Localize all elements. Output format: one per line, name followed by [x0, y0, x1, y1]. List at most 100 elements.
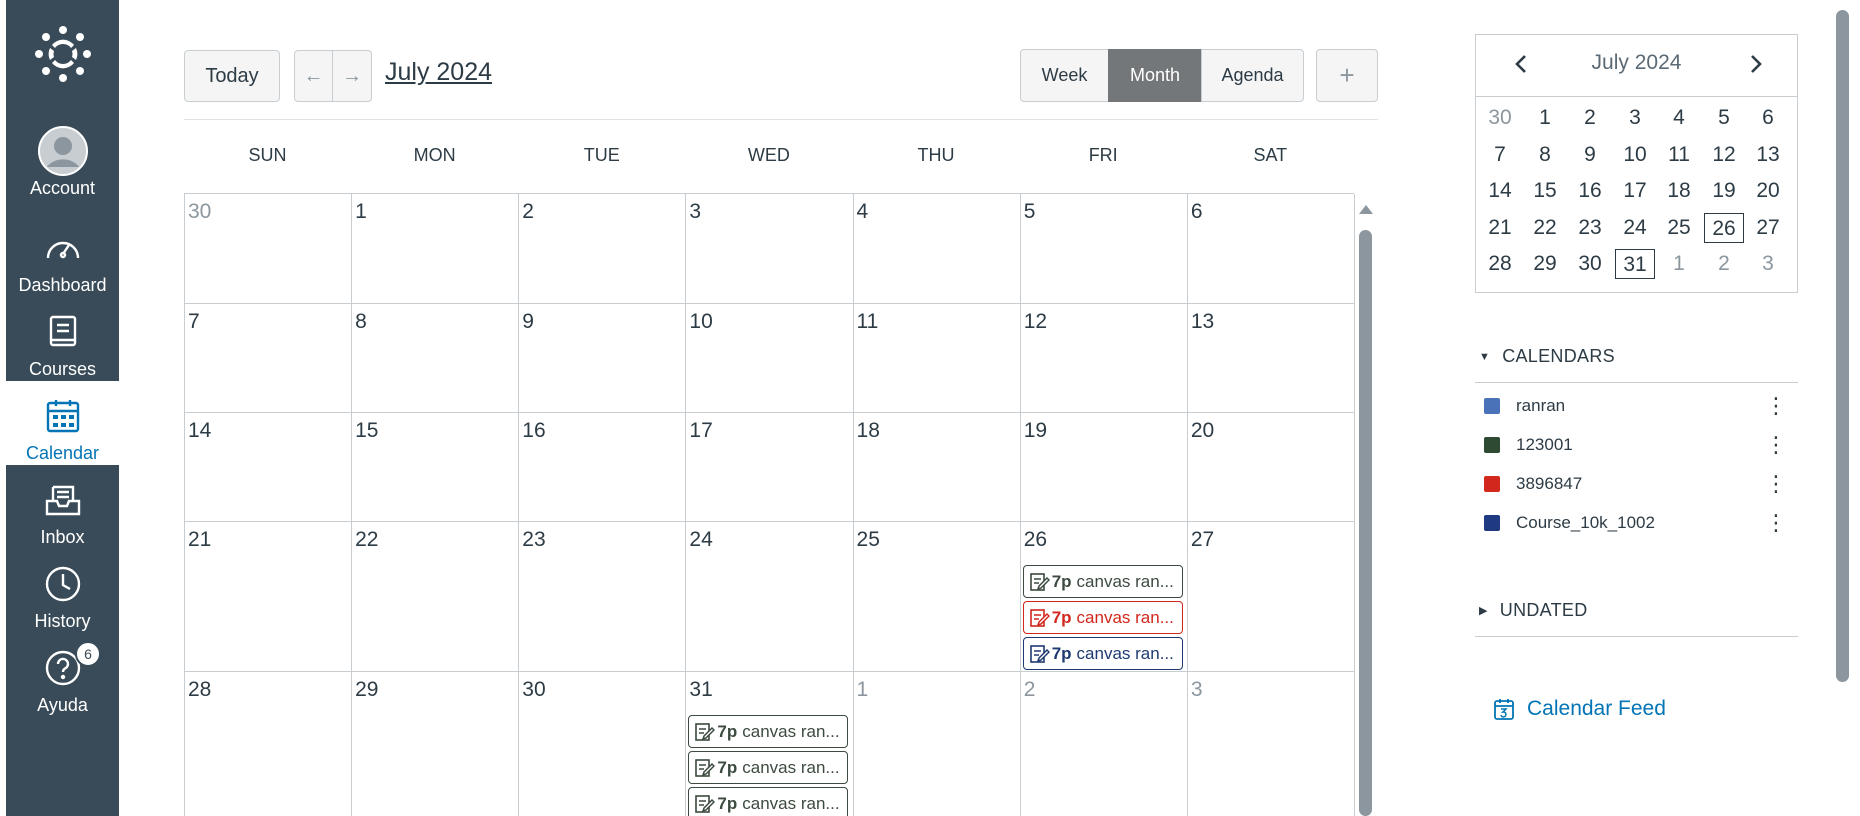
day-cell[interactable]: 21	[185, 522, 353, 672]
day-cell[interactable]: 29	[352, 672, 520, 816]
day-number[interactable]: 2	[1024, 678, 1036, 702]
calendar-event[interactable]: 7p canvas ran...	[1022, 601, 1183, 634]
day-number[interactable]: 18	[857, 419, 880, 443]
day-cell[interactable]: 15	[352, 413, 520, 522]
calendar-item[interactable]: 3896847	[1484, 469, 1784, 499]
mini-calendar-day[interactable]: 3	[1615, 103, 1655, 133]
mini-calendar-day[interactable]: 3	[1748, 249, 1788, 279]
day-number[interactable]: 22	[355, 528, 378, 552]
kebab-menu-icon[interactable]: ⋮	[1765, 469, 1787, 499]
day-number[interactable]: 6	[1191, 200, 1203, 224]
calendar-color-swatch[interactable]	[1484, 437, 1500, 453]
week-view-button[interactable]: Week	[1020, 49, 1109, 102]
calendar-event[interactable]: 7p canvas ran...	[688, 751, 849, 784]
day-number[interactable]: 29	[355, 678, 378, 702]
day-number[interactable]: 9	[522, 310, 534, 334]
day-number[interactable]: 24	[689, 528, 712, 552]
day-number[interactable]: 26	[1024, 528, 1047, 552]
mini-calendar-day[interactable]: 12	[1704, 140, 1744, 170]
day-number[interactable]: 4	[857, 200, 869, 224]
day-cell[interactable]: 3	[1188, 672, 1355, 816]
mini-calendar-day[interactable]: 24	[1615, 213, 1655, 243]
nav-history[interactable]: History	[6, 549, 119, 633]
day-cell[interactable]: 9	[519, 304, 687, 413]
kebab-menu-icon[interactable]: ⋮	[1765, 508, 1787, 538]
nav-help[interactable]: 6 Ayuda	[6, 633, 119, 717]
day-number[interactable]: 19	[1024, 419, 1047, 443]
calendar-color-swatch[interactable]	[1484, 398, 1500, 414]
mini-calendar-day[interactable]: 15	[1525, 176, 1565, 206]
day-cell[interactable]: 30	[519, 672, 687, 816]
mini-calendar-day[interactable]: 28	[1480, 249, 1520, 279]
day-cell[interactable]: 25	[853, 522, 1021, 672]
day-number[interactable]: 3	[1191, 678, 1203, 702]
calendar-item[interactable]: ranran	[1484, 391, 1784, 421]
day-cell[interactable]: 11	[853, 304, 1021, 413]
day-number[interactable]: 31	[689, 678, 712, 702]
calendar-event[interactable]: 7p canvas ran...	[688, 787, 849, 816]
mini-calendar-day[interactable]: 1	[1659, 249, 1699, 279]
day-cell[interactable]: 20	[1187, 413, 1355, 522]
today-button[interactable]: Today	[184, 50, 280, 102]
mini-calendar-day[interactable]: 2	[1570, 103, 1610, 133]
day-cell[interactable]: 1	[854, 672, 1021, 816]
mini-calendar-day[interactable]: 27	[1748, 213, 1788, 243]
day-cell[interactable]: 27	[1187, 522, 1355, 672]
calendar-event[interactable]: 7p canvas ran...	[688, 715, 849, 748]
day-number[interactable]: 28	[188, 678, 211, 702]
day-cell[interactable]: 22	[352, 522, 520, 672]
mini-calendar-day[interactable]: 21	[1480, 213, 1520, 243]
mini-calendar-day[interactable]: 19	[1704, 176, 1744, 206]
calendar-event[interactable]: 7p canvas ran...	[1022, 637, 1183, 670]
nav-inbox[interactable]: Inbox	[6, 465, 119, 549]
mini-calendar-day[interactable]: 29	[1525, 249, 1565, 279]
day-number[interactable]: 10	[689, 310, 712, 334]
day-cell[interactable]: 8	[352, 304, 520, 413]
mini-calendar-day[interactable]: 30	[1570, 249, 1610, 279]
day-cell[interactable]: 2	[519, 194, 687, 304]
grid-scroll-up-arrow[interactable]	[1359, 205, 1373, 214]
mini-next-button[interactable]	[1741, 49, 1771, 79]
day-cell[interactable]: 10	[686, 304, 854, 413]
mini-calendar-day[interactable]: 17	[1615, 176, 1655, 206]
calendar-title[interactable]: July 2024	[385, 58, 492, 87]
day-cell[interactable]: 6	[1187, 194, 1355, 304]
mini-calendar-day[interactable]: 18	[1659, 176, 1699, 206]
mini-calendar-day[interactable]: 11	[1659, 140, 1699, 170]
day-cell[interactable]: 12	[1020, 304, 1188, 413]
day-number[interactable]: 12	[1024, 310, 1047, 334]
day-number[interactable]: 30	[522, 678, 545, 702]
mini-calendar-day[interactable]: 2	[1704, 249, 1744, 279]
day-cell[interactable]: 16	[519, 413, 687, 522]
mini-calendar-day[interactable]: 16	[1570, 176, 1610, 206]
mini-calendar-day[interactable]: 6	[1748, 103, 1788, 133]
day-cell[interactable]: 5	[1020, 194, 1188, 304]
nav-dashboard[interactable]: Dashboard	[6, 213, 119, 297]
day-number[interactable]: 1	[355, 200, 367, 224]
day-number[interactable]: 2	[522, 200, 534, 224]
day-number[interactable]: 14	[188, 419, 211, 443]
calendar-item[interactable]: Course_10k_1002	[1484, 508, 1784, 538]
day-number[interactable]: 13	[1191, 310, 1214, 334]
page-scrollbar[interactable]	[1836, 10, 1849, 682]
mini-calendar-day[interactable]: 22	[1525, 213, 1565, 243]
day-number[interactable]: 30	[188, 200, 211, 224]
day-cell[interactable]: 23	[519, 522, 687, 672]
day-cell[interactable]: 13	[1187, 304, 1355, 413]
next-month-button[interactable]: →	[332, 50, 372, 102]
mini-calendar-day[interactable]: 10	[1615, 140, 1655, 170]
day-number[interactable]: 16	[522, 419, 545, 443]
day-cell[interactable]: 31 7p canvas ran... 7p canvas ran... 7p canvas…	[686, 672, 854, 816]
nav-account[interactable]: Account	[6, 116, 119, 200]
day-cell[interactable]: 1	[352, 194, 520, 304]
mini-calendar-day[interactable]: 23	[1570, 213, 1610, 243]
day-number[interactable]: 20	[1191, 419, 1214, 443]
mini-calendar-day[interactable]: 31	[1615, 249, 1655, 279]
calendar-color-swatch[interactable]	[1484, 476, 1500, 492]
day-cell[interactable]: 3	[686, 194, 854, 304]
day-cell[interactable]: 2	[1021, 672, 1188, 816]
nav-courses[interactable]: Courses	[6, 297, 119, 381]
agenda-view-button[interactable]: Agenda	[1201, 49, 1304, 102]
mini-calendar-day[interactable]: 7	[1480, 140, 1520, 170]
mini-calendar-day[interactable]: 14	[1480, 176, 1520, 206]
